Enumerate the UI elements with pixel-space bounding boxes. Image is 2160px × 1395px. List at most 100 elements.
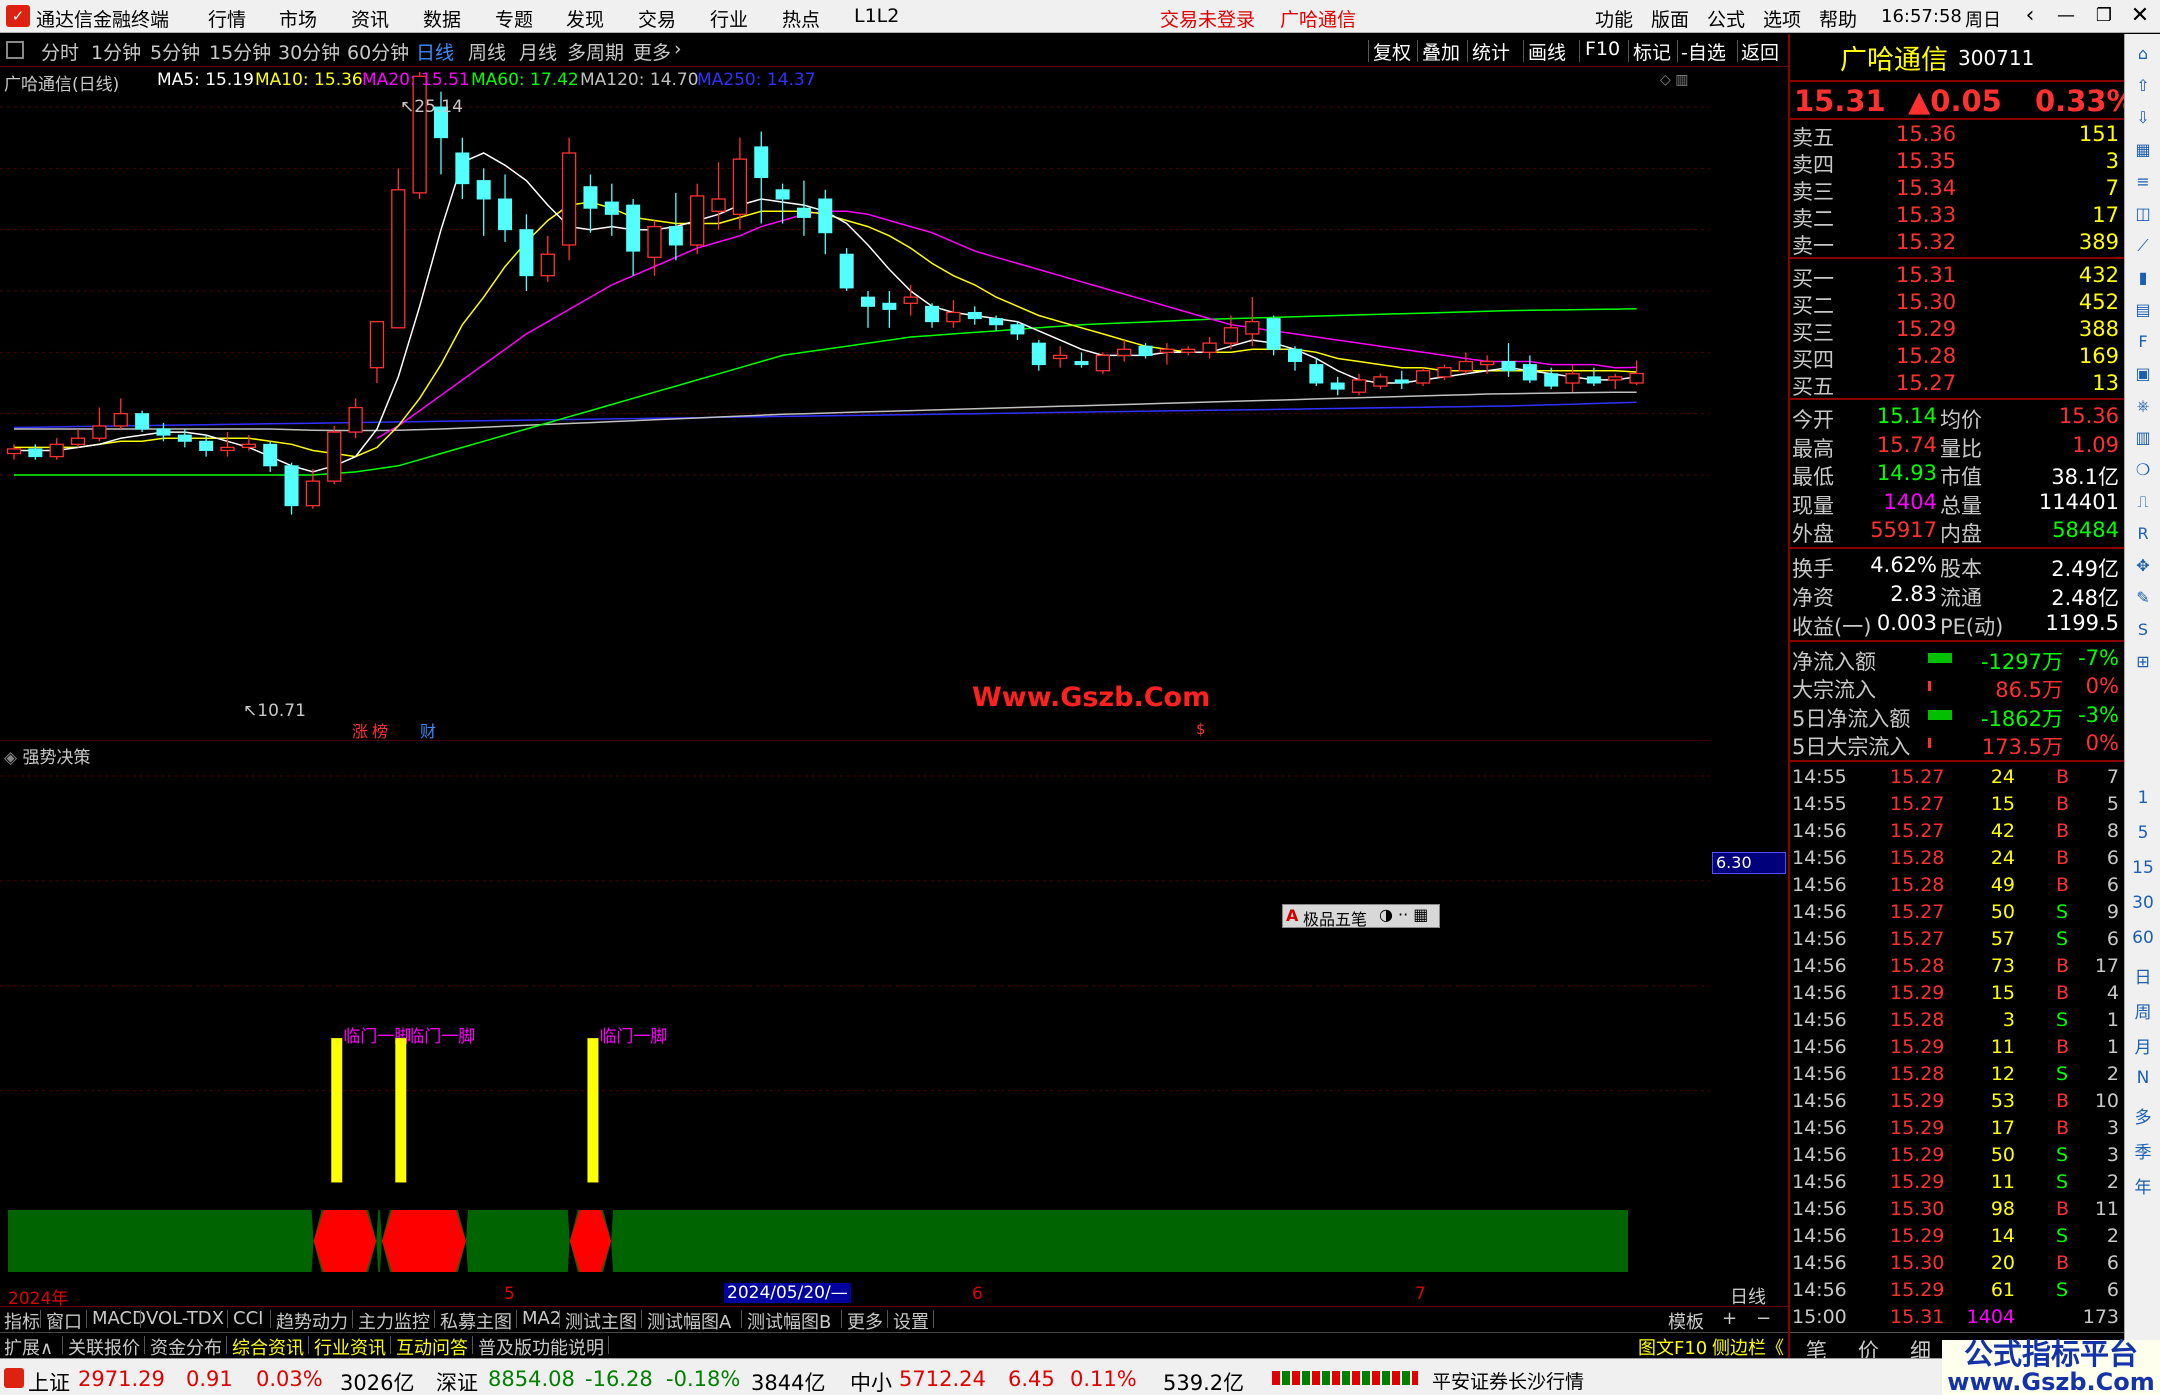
candle[interactable] xyxy=(711,162,726,230)
rsi-icon[interactable]: R xyxy=(2131,522,2155,546)
candle[interactable] xyxy=(241,435,257,451)
minimize-icon[interactable]: — xyxy=(2046,2,2086,30)
up-arrow-icon[interactable]: ⇧ xyxy=(2131,74,2155,98)
side-period-button[interactable]: 1 xyxy=(2125,788,2160,808)
marker-bang[interactable]: 榜 xyxy=(372,718,388,742)
candle[interactable] xyxy=(1181,346,1196,356)
period-weekly[interactable]: 周线 xyxy=(468,38,506,65)
back-icon[interactable]: ‹ xyxy=(2010,2,2050,30)
extension-tab[interactable]: 综合资讯 xyxy=(232,1334,304,1360)
helm-icon[interactable]: ⎈ xyxy=(2131,394,2155,418)
menu-l1l2[interactable]: L1L2 xyxy=(854,5,899,27)
candle[interactable] xyxy=(1330,376,1345,396)
period-5min[interactable]: 5分钟 xyxy=(150,38,200,65)
menu-shuju[interactable]: 数据 xyxy=(423,5,461,32)
indicator-tab[interactable]: 指标 xyxy=(4,1308,40,1334)
kline-chart-area[interactable]: 24.0023.0022.0021.0020.0019.0018.0017.00… xyxy=(0,68,1710,741)
zx-index-name[interactable]: 中小 xyxy=(850,1367,892,1395)
side-period-button[interactable]: 多 xyxy=(2125,1103,2160,1128)
candle[interactable] xyxy=(1565,364,1580,393)
candle[interactable] xyxy=(754,131,769,224)
menu-xuanxiang[interactable]: 选项 xyxy=(1763,5,1801,32)
panel-toggle-icon[interactable] xyxy=(6,41,24,59)
candle[interactable] xyxy=(519,214,534,291)
side-period-button[interactable]: N xyxy=(2125,1068,2160,1088)
candle-icon[interactable]: ▮ xyxy=(2131,266,2155,290)
candle[interactable] xyxy=(1394,370,1409,390)
menu-hangqing[interactable]: 行情 xyxy=(208,5,246,32)
candle[interactable] xyxy=(1074,352,1089,368)
circle-icon[interactable]: ❍ xyxy=(2131,458,2155,482)
marker-cai[interactable]: 财 xyxy=(420,718,436,742)
indicator-toggle-icon[interactable]: ◈ xyxy=(4,748,17,768)
period-60min[interactable]: 60分钟 xyxy=(347,38,409,65)
tool-zixuan[interactable]: -自选 xyxy=(1681,38,1726,65)
candle[interactable] xyxy=(1266,315,1281,356)
restore-icon[interactable]: ❐ xyxy=(2084,2,2124,30)
menu-gongshi[interactable]: 公式 xyxy=(1707,5,1745,32)
candle[interactable] xyxy=(412,72,427,199)
panel-icon[interactable]: ◫ xyxy=(2131,202,2155,226)
candle[interactable] xyxy=(28,444,43,460)
trade-login-status[interactable]: 交易未登录 xyxy=(1160,5,1255,32)
indicator-tab[interactable]: 测试幅图A xyxy=(647,1308,731,1334)
tab-bar-control[interactable]: − xyxy=(1756,1308,1771,1329)
tab-bar-control[interactable]: 模板 xyxy=(1668,1308,1704,1334)
period-more[interactable]: 更多 xyxy=(633,38,671,65)
indicator-tab[interactable]: MA2 xyxy=(522,1308,561,1329)
candle[interactable] xyxy=(1245,297,1260,347)
home-icon[interactable]: ⌂ xyxy=(2131,42,2155,66)
candle[interactable] xyxy=(455,137,470,199)
menu-banmian[interactable]: 版面 xyxy=(1651,5,1689,32)
ime-options-icon[interactable]: ◑ ·· ▦ xyxy=(1379,905,1428,924)
close-icon[interactable]: ✕ xyxy=(2120,2,2160,30)
f10-icon[interactable]: F xyxy=(2131,330,2155,354)
indicator-tab[interactable]: 趋势动力 xyxy=(276,1308,348,1334)
period-monthly[interactable]: 月线 xyxy=(519,38,557,65)
candle[interactable] xyxy=(498,174,513,242)
tool-huaxian[interactable]: 画线 xyxy=(1528,38,1566,65)
chart-shrink-icon[interactable]: ◇ ▥ xyxy=(1660,72,1688,88)
candle[interactable] xyxy=(839,248,854,291)
side-period-button[interactable]: 月 xyxy=(2125,1033,2160,1058)
table-icon[interactable]: ▤ xyxy=(2131,298,2155,322)
tool-fuquan[interactable]: 复权 xyxy=(1373,38,1411,65)
period-fenshi[interactable]: 分时 xyxy=(41,38,79,65)
candle[interactable] xyxy=(861,291,875,328)
plus-grid-icon[interactable]: ⊞ xyxy=(2131,650,2155,674)
tool-tongji[interactable]: 统计 xyxy=(1472,38,1510,65)
candle[interactable] xyxy=(1053,346,1068,368)
period-30min[interactable]: 30分钟 xyxy=(278,38,340,65)
candle[interactable] xyxy=(1415,367,1431,387)
period-15min[interactable]: 15分钟 xyxy=(209,38,271,65)
sidebar-tab[interactable]: 侧边栏《 xyxy=(1712,1334,1784,1360)
candle[interactable] xyxy=(1522,355,1537,383)
candle[interactable] xyxy=(391,168,406,329)
candle[interactable] xyxy=(925,303,940,328)
sh-index-name[interactable]: 上证 xyxy=(28,1367,70,1395)
menu-gongneng[interactable]: 功能 xyxy=(1595,5,1633,32)
candle[interactable] xyxy=(583,174,598,233)
indicator-tab[interactable]: 更多 xyxy=(847,1308,883,1334)
candle[interactable] xyxy=(113,398,128,429)
menu-shichang[interactable]: 市场 xyxy=(279,5,317,32)
candle[interactable] xyxy=(967,306,982,325)
candle[interactable] xyxy=(135,410,150,433)
side-period-button[interactable]: 15 xyxy=(2125,858,2160,878)
fs-icon[interactable]: S xyxy=(2131,618,2155,642)
candle[interactable] xyxy=(1629,360,1644,386)
menu-hangye[interactable]: 行业 xyxy=(710,5,748,32)
candle[interactable] xyxy=(668,192,683,261)
extension-tab[interactable]: 普及版功能说明 xyxy=(478,1334,604,1360)
grid-icon[interactable]: ▦ xyxy=(2131,138,2155,162)
candle[interactable] xyxy=(818,189,833,255)
indicator-tab[interactable]: 测试主图 xyxy=(565,1308,637,1334)
kline-chart-svg[interactable]: 24.0023.0022.0021.0020.0019.0018.0017.00… xyxy=(0,68,1710,738)
period-daily[interactable]: 日线 xyxy=(416,38,454,65)
menu-faxian[interactable]: 发现 xyxy=(566,5,604,32)
signal-bar[interactable] xyxy=(331,1038,343,1183)
candle[interactable] xyxy=(946,300,961,328)
side-period-button[interactable]: 季 xyxy=(2125,1138,2160,1163)
marker-zhang[interactable]: 涨 xyxy=(352,718,368,742)
candle[interactable] xyxy=(220,432,235,457)
